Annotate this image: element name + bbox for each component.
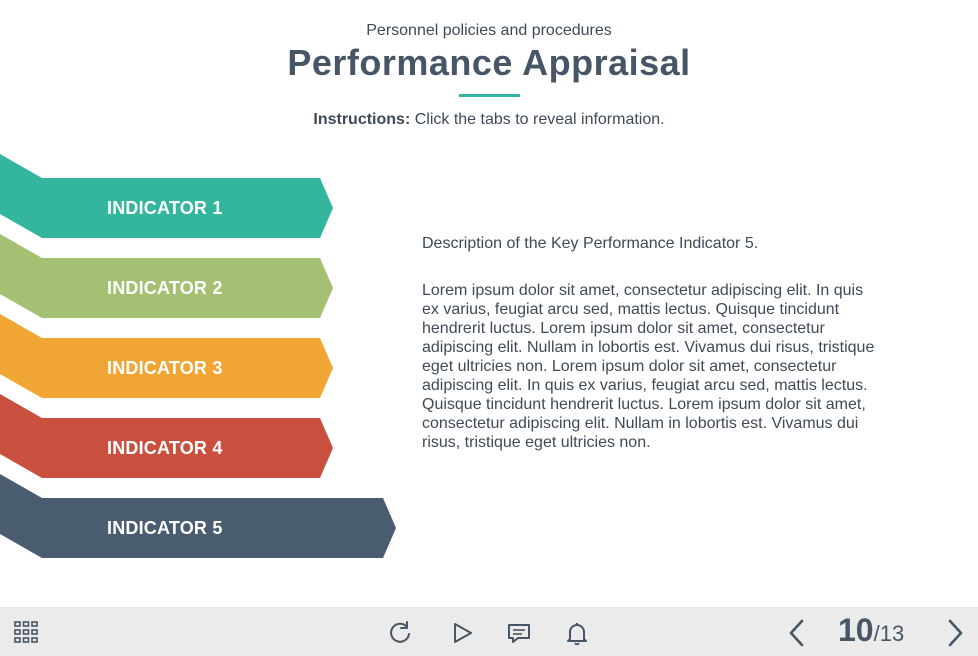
chevron-right-icon bbox=[948, 619, 963, 647]
replay-icon bbox=[390, 621, 410, 643]
tab-indicator-1-shape[interactable] bbox=[0, 154, 333, 238]
replay-button[interactable] bbox=[386, 619, 414, 647]
page-indicator: 10 / 13 bbox=[838, 612, 904, 652]
description-heading: Description of the Key Performance Indic… bbox=[422, 235, 759, 252]
previous-slide-button[interactable] bbox=[784, 617, 810, 649]
player-footer bbox=[0, 607, 978, 656]
notifications-button[interactable] bbox=[563, 619, 591, 647]
captions-button[interactable] bbox=[505, 619, 533, 647]
tab-indicator-1[interactable] bbox=[0, 154, 333, 238]
tab-indicator-4-label[interactable]: INDICATOR 4 bbox=[107, 438, 223, 459]
chevron-left-icon bbox=[789, 619, 804, 647]
tab-indicator-2-shape[interactable] bbox=[0, 234, 333, 318]
instructions-text: Click the tabs to reveal information. bbox=[410, 111, 665, 128]
grid-menu-button[interactable] bbox=[12, 619, 40, 645]
next-slide-button[interactable] bbox=[942, 617, 968, 649]
play-button[interactable] bbox=[448, 619, 476, 647]
tab-indicator-4[interactable] bbox=[0, 394, 333, 478]
slide: Personnel policies and procedures Perfor… bbox=[0, 0, 978, 656]
tab-indicator-2-label[interactable]: INDICATOR 2 bbox=[107, 278, 223, 299]
tab-indicator-2[interactable] bbox=[0, 234, 333, 318]
description-body: Lorem ipsum dolor sit amet, consectetur … bbox=[422, 282, 875, 451]
tab-indicator-5[interactable] bbox=[0, 474, 396, 558]
tab-indicator-3-shape[interactable] bbox=[0, 314, 333, 398]
tab-indicator-3-label[interactable]: INDICATOR 3 bbox=[107, 358, 223, 379]
comment-icon bbox=[508, 624, 530, 643]
tab-indicator-4-shape[interactable] bbox=[0, 394, 333, 478]
play-icon bbox=[454, 623, 472, 643]
page-current: 10 bbox=[838, 612, 874, 648]
tab-indicator-1-label[interactable]: INDICATOR 1 bbox=[107, 198, 223, 219]
tab-indicator-3[interactable] bbox=[0, 314, 333, 398]
title-underline bbox=[459, 94, 520, 97]
grid-menu-icon bbox=[14, 621, 38, 643]
page-total: 13 bbox=[879, 621, 905, 646]
bell-icon bbox=[567, 623, 587, 646]
tab-indicator-5-label[interactable]: INDICATOR 5 bbox=[107, 518, 223, 539]
tab-indicator-5-shape[interactable] bbox=[0, 474, 396, 558]
